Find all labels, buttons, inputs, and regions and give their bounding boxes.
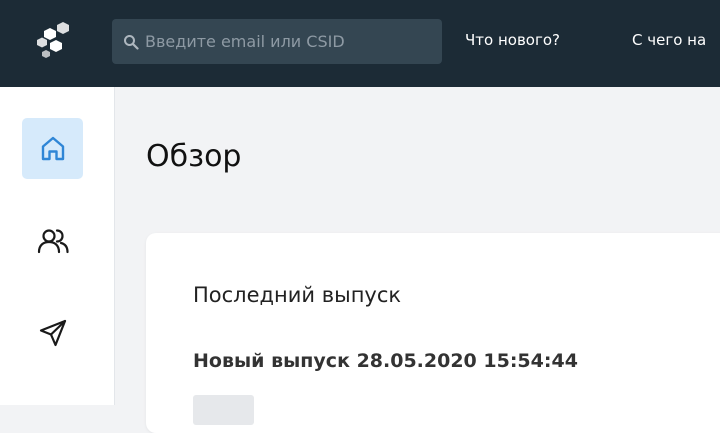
page-title: Обзор (146, 139, 242, 174)
send-icon (39, 319, 66, 346)
release-info: Новый выпуск 28.05.2020 15:54:44 (193, 350, 578, 372)
search-input[interactable] (145, 32, 425, 51)
sidebar (0, 87, 115, 405)
nav-whats-new-link[interactable]: Что нового? (465, 31, 560, 49)
sidebar-item-campaigns[interactable] (22, 302, 83, 363)
top-navigation-bar: Что нового? С чего на (0, 0, 720, 87)
users-icon (37, 228, 69, 253)
search-icon (124, 34, 139, 50)
status-badge (193, 395, 254, 425)
card-title: Последний выпуск (193, 283, 402, 307)
search-box[interactable] (112, 19, 442, 64)
logo-icon[interactable] (34, 22, 74, 62)
home-icon (41, 136, 64, 160)
nav-getting-started-link[interactable]: С чего на (632, 31, 706, 49)
sidebar-item-home[interactable] (22, 118, 83, 179)
latest-release-card: Последний выпуск Новый выпуск 28.05.2020… (146, 233, 720, 433)
sidebar-item-users[interactable] (22, 210, 83, 271)
